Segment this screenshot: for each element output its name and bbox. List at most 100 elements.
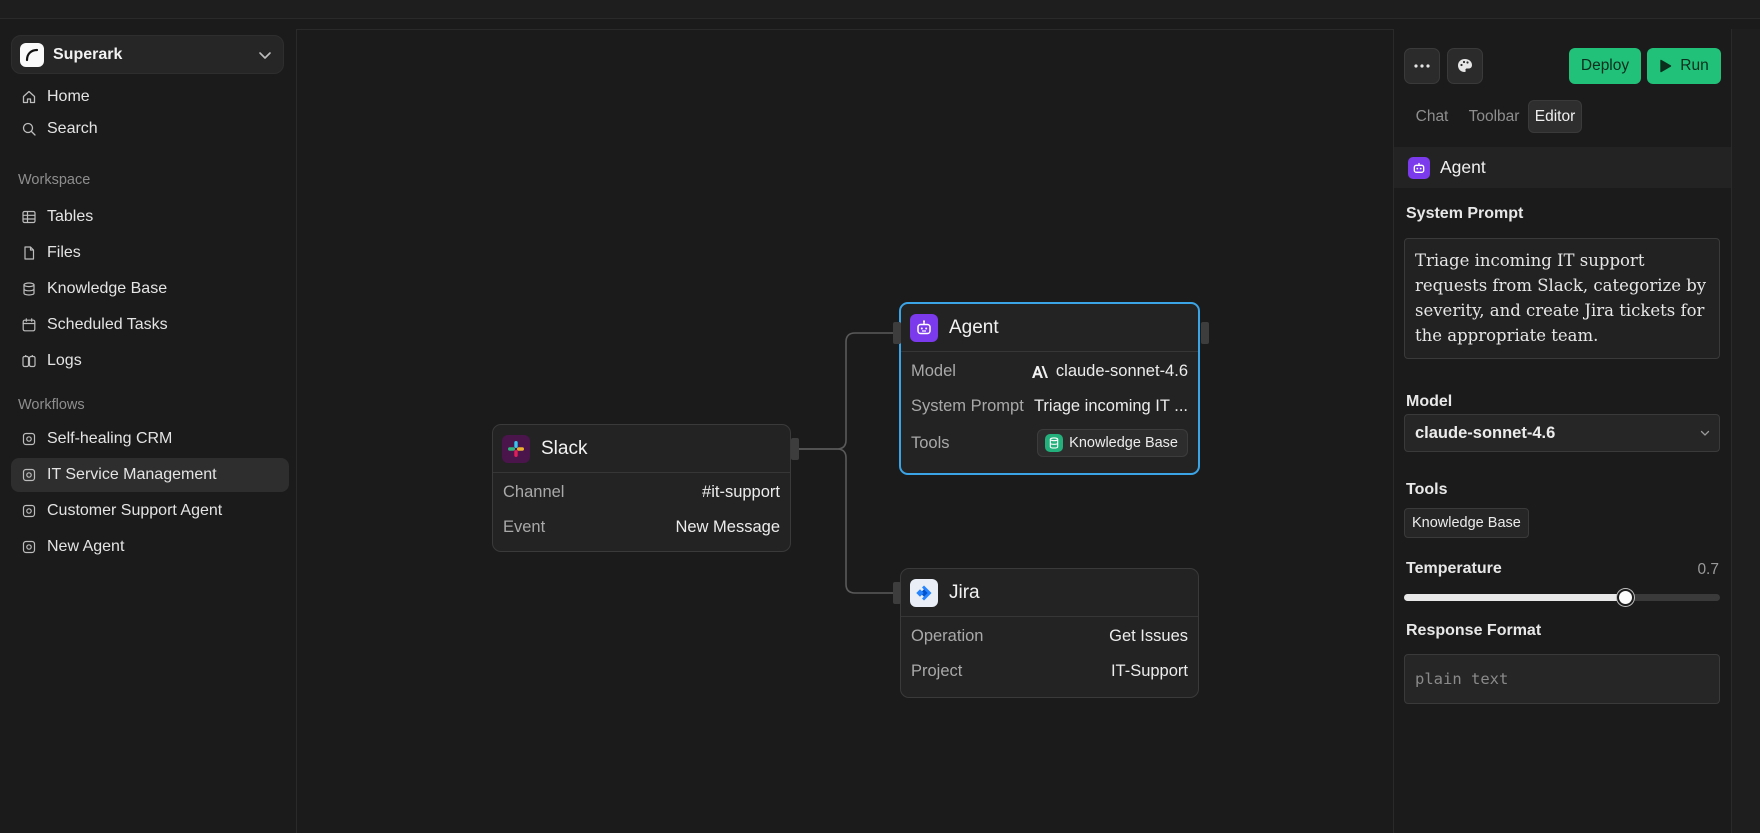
node-title: Agent bbox=[949, 316, 999, 338]
node-row-channel: Channel #it-support bbox=[493, 475, 790, 510]
row-key: Project bbox=[911, 662, 963, 680]
row-key: Operation bbox=[911, 627, 984, 645]
robot-icon bbox=[910, 313, 938, 342]
nav-item-label: New Agent bbox=[47, 538, 125, 555]
row-key: Event bbox=[503, 518, 546, 536]
knowledge-base-chip[interactable]: Knowledge Base bbox=[1037, 429, 1188, 457]
agent-output-handle[interactable] bbox=[1201, 322, 1209, 344]
nav-item-new-agent[interactable]: New Agent bbox=[11, 530, 289, 564]
response-format-input[interactable]: plain text bbox=[1404, 654, 1720, 704]
edge-slack-jira bbox=[796, 448, 899, 594]
theme-button[interactable] bbox=[1447, 48, 1483, 84]
tab-editor[interactable]: Editor bbox=[1528, 100, 1582, 133]
slider-fill bbox=[1404, 594, 1626, 601]
more-icon bbox=[1414, 64, 1430, 68]
nav-section-workflows: Workflows bbox=[18, 397, 85, 413]
system-prompt-textarea[interactable]: Triage incoming IT support requests from… bbox=[1404, 238, 1720, 359]
slack-output-handle[interactable] bbox=[791, 438, 799, 460]
tools-label: Tools bbox=[1406, 481, 1448, 498]
agent-node[interactable]: Agent Model claude-sonnet-4.6 System Pro… bbox=[899, 302, 1200, 475]
database-icon bbox=[1045, 434, 1064, 452]
workflow-canvas[interactable]: Slack Channel #it-support Event New Mess… bbox=[296, 29, 1393, 833]
node-title: Slack bbox=[541, 437, 588, 459]
nav-item-tables[interactable]: Tables bbox=[11, 200, 289, 234]
palette-icon bbox=[1458, 59, 1472, 72]
section-title: Agent bbox=[1440, 157, 1486, 177]
nav-section-workspace: Workspace bbox=[18, 172, 91, 188]
file-icon bbox=[20, 245, 37, 262]
robot-icon bbox=[1408, 156, 1430, 179]
deploy-button[interactable]: Deploy bbox=[1569, 48, 1641, 84]
slider-thumb[interactable] bbox=[1616, 589, 1634, 606]
chip-label: Knowledge Base bbox=[1069, 435, 1178, 451]
nav-item-customer-support-agent[interactable]: Customer Support Agent bbox=[11, 494, 289, 528]
response-format-label: Response Format bbox=[1406, 622, 1542, 639]
model-label: Model bbox=[1406, 393, 1453, 410]
nav-item-it-service-management[interactable]: IT Service Management bbox=[11, 458, 289, 492]
nav-item-label: IT Service Management bbox=[47, 466, 217, 483]
scrollbar[interactable] bbox=[1731, 29, 1760, 833]
row-value: #it-support bbox=[702, 483, 780, 501]
model-select[interactable]: claude-sonnet-4.6 bbox=[1404, 414, 1720, 452]
nav-item-knowledge-base[interactable]: Knowledge Base bbox=[11, 272, 289, 306]
node-row-model: Model claude-sonnet-4.6 bbox=[901, 354, 1198, 389]
workspace-name: Superark bbox=[53, 45, 123, 63]
nav-item-self-healing-crm[interactable]: Self-healing CRM bbox=[11, 422, 289, 456]
node-title: Jira bbox=[949, 581, 980, 603]
editor-panel: Deploy Run Chat Toolbar Editor Agent Sys… bbox=[1393, 29, 1732, 833]
jira-input-handle[interactable] bbox=[893, 582, 901, 604]
nav-item-label: Self-healing CRM bbox=[47, 430, 173, 447]
slack-node[interactable]: Slack Channel #it-support Event New Mess… bbox=[492, 424, 791, 552]
run-label: Run bbox=[1680, 57, 1709, 74]
agent-section-header: Agent bbox=[1394, 147, 1732, 188]
nav-item-search[interactable]: Search bbox=[11, 112, 289, 146]
temperature-label: Temperature bbox=[1406, 560, 1502, 577]
jira-node[interactable]: Jira Operation Get Issues Project IT-Sup… bbox=[900, 568, 1199, 698]
temperature-slider[interactable] bbox=[1404, 589, 1720, 606]
node-row-tools: Tools Knowledge Base bbox=[901, 424, 1198, 462]
play-icon bbox=[1660, 59, 1672, 73]
workflow-icon bbox=[20, 467, 37, 484]
more-button[interactable] bbox=[1404, 48, 1440, 84]
superark-logo-icon bbox=[20, 42, 44, 67]
node-row-project: Project IT-Support bbox=[901, 654, 1198, 689]
row-key: Channel bbox=[503, 483, 565, 501]
model-select-value: claude-sonnet-4.6 bbox=[1415, 423, 1556, 442]
tab-chat[interactable]: Chat bbox=[1404, 100, 1460, 133]
workflow-icon bbox=[20, 503, 37, 520]
tab-toolbar[interactable]: Toolbar bbox=[1462, 100, 1526, 133]
edge-slack-agent bbox=[796, 332, 899, 450]
nav-item-home[interactable]: Home bbox=[11, 80, 289, 114]
nav-item-label: Files bbox=[47, 244, 81, 261]
model-name: claude-sonnet-4.6 bbox=[1055, 362, 1188, 380]
node-row-system-prompt: System Prompt Triage incoming IT ... bbox=[901, 389, 1198, 424]
nav-item-scheduled-tasks[interactable]: Scheduled Tasks bbox=[11, 308, 289, 342]
node-row-operation: Operation Get Issues bbox=[901, 619, 1198, 654]
nav-item-label: Knowledge Base bbox=[47, 280, 168, 297]
nav-item-logs[interactable]: Logs bbox=[11, 344, 289, 378]
workflow-icon bbox=[20, 539, 37, 556]
row-key: Model bbox=[911, 362, 956, 380]
nav-item-label: Customer Support Agent bbox=[47, 502, 223, 519]
chevron-down-icon bbox=[1700, 430, 1710, 436]
row-value: Triage incoming IT ... bbox=[1033, 397, 1188, 415]
chevron-down-icon bbox=[259, 51, 271, 59]
tool-chip-knowledge-base[interactable]: Knowledge Base bbox=[1404, 508, 1529, 538]
nav-item-label: Tables bbox=[47, 208, 94, 225]
search-icon bbox=[20, 121, 37, 138]
system-prompt-label: System Prompt bbox=[1406, 205, 1524, 222]
nav-item-files[interactable]: Files bbox=[11, 236, 289, 270]
slack-icon bbox=[502, 434, 530, 463]
run-button[interactable]: Run bbox=[1647, 48, 1721, 84]
row-key: System Prompt bbox=[911, 397, 1024, 415]
row-key: Tools bbox=[911, 433, 950, 452]
logs-icon bbox=[20, 353, 37, 370]
workspace-switcher[interactable]: Superark bbox=[11, 35, 284, 74]
row-value: IT-Support bbox=[1110, 662, 1188, 680]
row-value: New Message bbox=[675, 518, 780, 536]
nav-item-label: Search bbox=[47, 120, 98, 137]
agent-input-handle[interactable] bbox=[893, 322, 901, 344]
temperature-value: 0.7 bbox=[1697, 561, 1719, 578]
database-icon bbox=[20, 281, 37, 298]
window-top-bar bbox=[0, 0, 1760, 19]
